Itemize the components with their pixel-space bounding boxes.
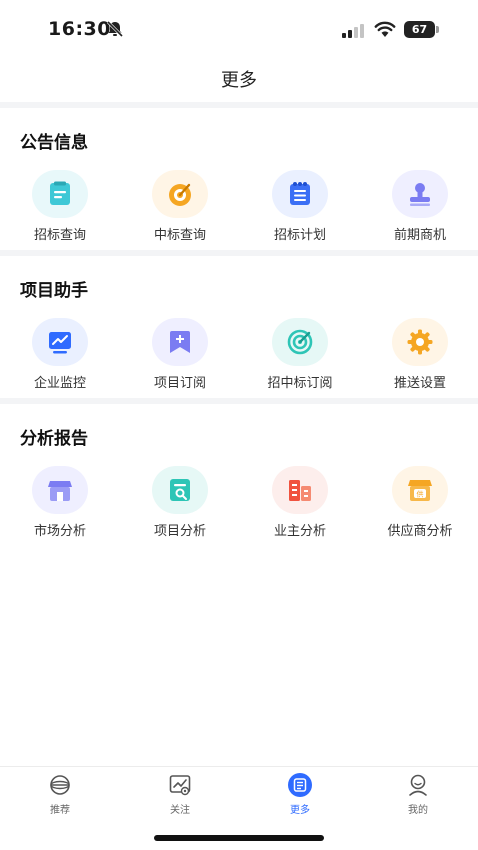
status-time: 16:30	[48, 18, 111, 40]
market-analysis-button[interactable]: 市场分析	[0, 466, 120, 544]
cellular-signal-icon	[342, 24, 364, 38]
user-icon	[409, 774, 427, 796]
store-icon	[48, 481, 72, 501]
grid-label: 前期商机	[393, 228, 446, 243]
document-list-icon	[50, 181, 70, 205]
grid-label: 中标查询	[153, 228, 206, 243]
battery-icon: 67	[404, 21, 440, 38]
tab-mine[interactable]: 我的	[358, 773, 478, 819]
target-arrow-icon	[287, 329, 313, 355]
target-dart-icon	[169, 183, 191, 206]
tab-recommend[interactable]: 推荐	[0, 773, 120, 819]
grid-label: 推送设置	[393, 376, 446, 391]
tab-label: 我的	[408, 805, 428, 816]
report-search-icon	[170, 479, 190, 501]
status-bar: 16:30 67	[0, 0, 478, 56]
grid-label: 招标计划	[273, 228, 326, 243]
section-title: 公告信息	[20, 133, 88, 153]
supplier-shop-icon: 供	[408, 480, 432, 501]
award-search-button[interactable]: 中标查询	[120, 170, 240, 248]
announcements-grid: 招标查询 中标查询 招标计划 前期商机	[0, 170, 478, 250]
page-title: 更多	[221, 70, 257, 91]
battery-level: 67	[404, 21, 435, 38]
monitor-trend-icon	[49, 332, 71, 354]
bid-award-subscribe-button[interactable]: 招中标订阅	[240, 318, 360, 396]
grid-label: 项目订阅	[153, 376, 206, 391]
buildings-icon	[289, 480, 311, 501]
home-indicator[interactable]	[154, 835, 324, 841]
bookmark-plus-icon	[170, 331, 190, 353]
tab-label: 更多	[290, 805, 310, 816]
grid-label: 供应商分析	[387, 524, 453, 539]
chart-watch-icon	[169, 775, 191, 796]
gear-icon	[407, 329, 433, 355]
owner-analysis-button[interactable]: 业主分析	[240, 466, 360, 544]
notebook-icon	[290, 182, 310, 205]
supplier-analysis-button[interactable]: 供 供应商分析	[360, 466, 478, 544]
globe-icon	[50, 775, 70, 795]
company-monitor-button[interactable]: 企业监控	[0, 318, 120, 396]
section-analysis-reports: 分析报告 市场分析 项目分析 业主分析 供 供应商分析	[0, 404, 478, 546]
tab-more[interactable]: 更多	[240, 773, 360, 819]
bid-search-button[interactable]: 招标查询	[0, 170, 120, 248]
section-title: 分析报告	[20, 429, 88, 449]
grid-label: 招中标订阅	[267, 376, 333, 391]
supplier-badge: 供	[417, 490, 424, 499]
grid-label: 企业监控	[33, 376, 86, 391]
wifi-icon	[374, 21, 396, 37]
grid-label: 业主分析	[273, 524, 326, 539]
tab-label: 推荐	[50, 805, 70, 816]
bell-muted-icon	[106, 20, 124, 38]
push-settings-button[interactable]: 推送设置	[360, 318, 478, 396]
grid-label: 市场分析	[33, 524, 86, 539]
tab-follow[interactable]: 关注	[120, 773, 240, 819]
section-project-assistant: 项目助手 企业监控 项目订阅 招中标订阅 推送设置	[0, 256, 478, 398]
stamp-icon	[410, 183, 430, 206]
project-subscribe-button[interactable]: 项目订阅	[120, 318, 240, 396]
tab-label: 关注	[170, 805, 190, 816]
nav-header: 更多	[0, 62, 478, 100]
early-opportunity-button[interactable]: 前期商机	[360, 170, 478, 248]
project-analysis-button[interactable]: 项目分析	[120, 466, 240, 544]
analysis-reports-grid: 市场分析 项目分析 业主分析 供 供应商分析	[0, 466, 478, 546]
bid-plan-button[interactable]: 招标计划	[240, 170, 360, 248]
grid-label: 招标查询	[33, 228, 86, 243]
tab-bar: 推荐 关注 更多 我的	[0, 766, 478, 820]
list-icon	[288, 773, 312, 797]
grid-label: 项目分析	[153, 524, 206, 539]
project-assistant-grid: 企业监控 项目订阅 招中标订阅 推送设置	[0, 318, 478, 398]
section-announcements: 公告信息 招标查询 中标查询 招标计划 前期商机	[0, 108, 478, 250]
section-title: 项目助手	[20, 281, 88, 301]
